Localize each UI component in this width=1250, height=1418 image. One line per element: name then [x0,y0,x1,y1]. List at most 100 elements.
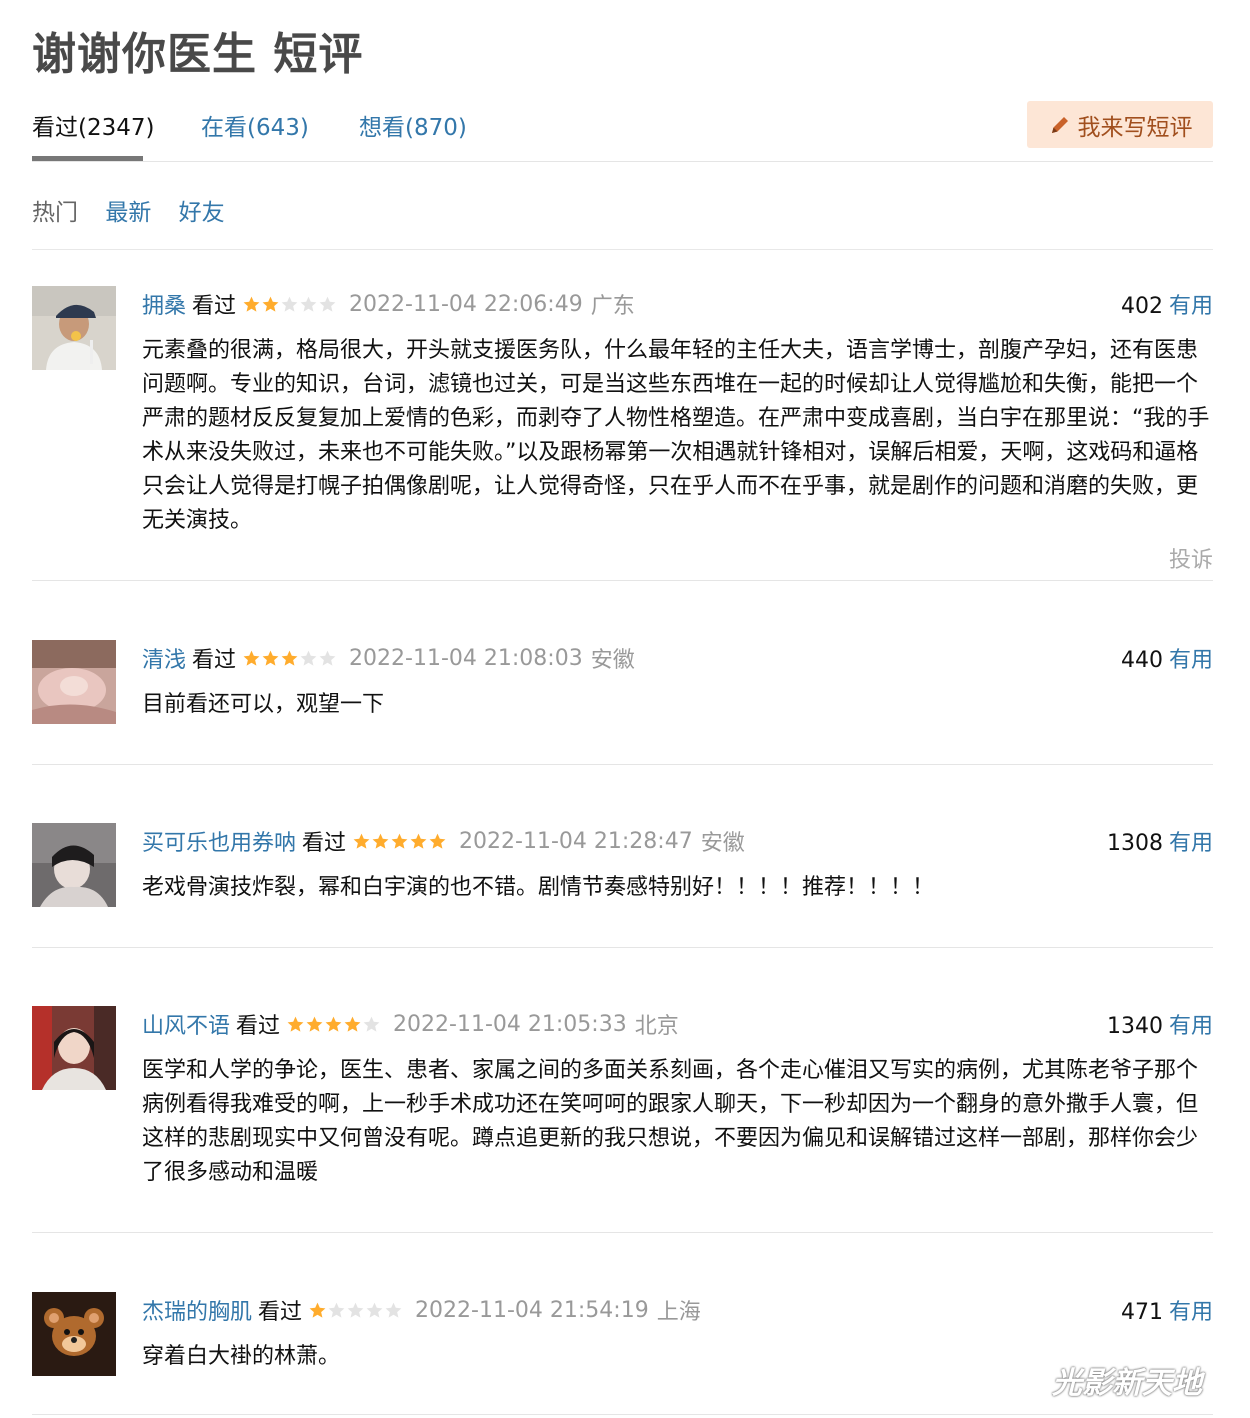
vote-area: 471 有用 [1121,1294,1213,1326]
vote-area: 1340 有用 [1107,1008,1213,1040]
star-filled-icon [287,1016,304,1032]
star-empty-icon [363,1016,380,1032]
vote-area: 402 有用 [1121,288,1213,320]
rating-stars [242,649,337,668]
comment-meta: 清浅 看过 2022-11-04 21:08:03 安徽 [142,642,635,674]
sort-friends[interactable]: 好友 [179,200,225,226]
useful-button[interactable]: 有用 [1169,1300,1213,1325]
comment-location: 安徽 [590,648,635,673]
comment-meta: 买可乐也用券呐 看过 2022-11-04 21:28:47 安徽 [142,825,745,857]
comment-location: 广东 [590,294,635,319]
useful-button[interactable]: 有用 [1169,648,1213,673]
comment-text: 元素叠的很满，格局很大，开头就支援医务队，什么最年轻的主任大夫，语言学博士，剖腹… [142,338,1210,533]
comment-location: 北京 [634,1014,679,1039]
comment-meta: 拥桑 看过 2022-11-04 22:06:49 广东 [142,288,635,320]
comment-text: 目前看还可以，观望一下 [142,692,385,717]
sort-options: 热门 最新 好友 [32,193,245,227]
star-filled-icon [353,833,370,849]
write-review-label: 我来写短评 [1077,114,1193,141]
star-empty-icon [385,1302,402,1318]
star-empty-icon [347,1302,364,1318]
vote-count: 471 [1120,1300,1163,1325]
useful-button[interactable]: 有用 [1169,294,1213,319]
rating-stars [352,832,447,851]
useful-button[interactable]: 有用 [1169,1014,1213,1039]
username-link[interactable]: 山风不语 [142,1008,230,1040]
username-link[interactable]: 杰瑞的胸肌 [142,1294,252,1326]
avatar[interactable] [32,286,116,370]
rating-stars [286,1015,381,1034]
vote-area: 1308 有用 [1107,825,1213,857]
watch-status: 看过 [192,294,237,319]
avatar[interactable] [32,1006,116,1090]
comment-item: 清浅 看过 2022-11-04 21:08:03 安徽 440 有用 目前看还可… [32,640,1213,730]
star-filled-icon [262,650,279,666]
comment-time: 2022-11-04 21:05:33 [393,1011,627,1037]
star-empty-icon [328,1302,345,1318]
sort-divider [32,249,1213,250]
star-empty-icon [366,1302,383,1318]
star-empty-icon [319,650,336,666]
vote-count: 402 [1120,294,1163,319]
useful-button[interactable]: 有用 [1169,831,1213,856]
comment-divider [32,764,1213,765]
star-filled-icon [306,1016,323,1032]
tab-want-to-watch[interactable]: 想看(870) [359,108,467,142]
vote-count: 1308 [1106,831,1163,856]
star-empty-icon [300,650,317,666]
star-filled-icon [325,1016,342,1032]
comment-item: 拥桑 看过 2022-11-04 22:06:49 广东 402 有用 元素叠的很… [32,286,1213,576]
star-filled-icon [391,833,408,849]
comment-item: 山风不语 看过 2022-11-04 21:05:33 北京 1340 有用 医学… [32,1006,1213,1196]
watch-status: 看过 [258,1300,303,1325]
avatar[interactable] [32,823,116,907]
star-filled-icon [262,296,279,312]
comment-location: 上海 [656,1300,701,1325]
vote-area: 440 有用 [1121,642,1213,674]
rating-stars [242,295,337,314]
page-title: 谢谢你医生 短评 [32,29,364,80]
username-link[interactable]: 清浅 [142,642,186,674]
comment-time: 2022-11-04 21:08:03 [349,645,583,671]
star-filled-icon [281,650,298,666]
username-link[interactable]: 买可乐也用券呐 [142,825,296,857]
username-link[interactable]: 拥桑 [142,288,186,320]
watermark: 光影新天地 [1052,1366,1202,1401]
star-filled-icon [344,1016,361,1032]
comment-location: 安徽 [700,831,745,856]
watch-status: 看过 [236,1014,281,1039]
star-filled-icon [243,296,260,312]
comment-time: 2022-11-04 22:06:49 [349,291,583,317]
avatar[interactable] [32,1292,116,1376]
pencil-icon [1051,116,1068,133]
star-filled-icon [243,650,260,666]
tab-watching[interactable]: 在看(643) [201,108,309,142]
comment-time: 2022-11-04 21:28:47 [459,828,693,854]
star-filled-icon [372,833,389,849]
comment-item: 买可乐也用券呐 看过 2022-11-04 21:28:47 安徽 1308 有用… [32,823,1213,913]
watch-status: 看过 [192,648,237,673]
comment-divider [32,1414,1213,1415]
sort-newest[interactable]: 最新 [105,200,151,226]
comment-divider [32,1232,1213,1233]
avatar[interactable] [32,640,116,724]
star-filled-icon [309,1302,326,1318]
comment-meta: 杰瑞的胸肌 看过 2022-11-04 21:54:19 上海 [142,1294,701,1326]
sort-hot[interactable]: 热门 [32,200,78,226]
write-review-button[interactable]: 我来写短评 [1027,101,1213,148]
tab-watched[interactable]: 看过(2347) [32,108,154,142]
star-empty-icon [300,296,317,312]
watch-status: 看过 [302,831,347,856]
comment-divider [32,947,1213,948]
tabs-divider [32,161,1213,162]
comment-text: 老戏骨演技炸裂，幂和白宇演的也不错。剧情节奏感特别好！！！！推荐！！！！ [142,875,935,900]
report-link[interactable]: 投诉 [1169,542,1213,574]
comment-text: 医学和人学的争论，医生、患者、家属之间的多面关系刻画，各个走心催泪又写实的病例，… [142,1058,1199,1185]
comment-divider [32,580,1213,581]
vote-count: 1340 [1106,1014,1163,1039]
vote-count: 440 [1120,648,1163,673]
star-empty-icon [319,296,336,312]
star-filled-icon [410,833,427,849]
comment-meta: 山风不语 看过 2022-11-04 21:05:33 北京 [142,1008,679,1040]
star-empty-icon [281,296,298,312]
